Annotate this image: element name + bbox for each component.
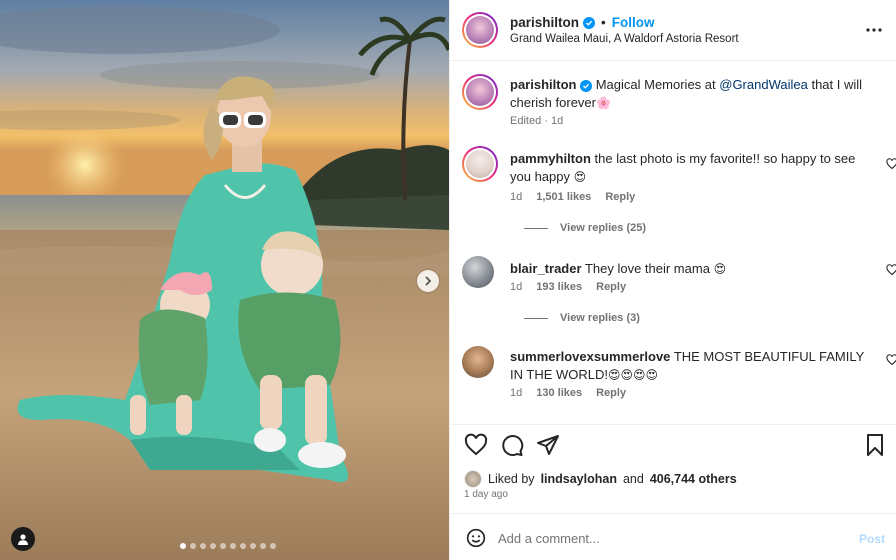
mention-link[interactable]: @GrandWailea	[719, 77, 808, 92]
carousel-next-button[interactable]	[417, 270, 439, 292]
comment-avatar[interactable]	[462, 146, 498, 182]
more-options-button[interactable]	[864, 20, 884, 45]
carousel-dot	[240, 543, 246, 549]
comment-composer: Post	[450, 513, 896, 560]
comment-emoji: 😍	[713, 262, 727, 276]
reply-button[interactable]: Reply	[596, 387, 626, 399]
share-icon[interactable]	[536, 433, 560, 457]
post-photo	[0, 0, 449, 560]
heart-icon[interactable]	[464, 433, 488, 457]
author-username[interactable]: parishilton	[510, 15, 579, 30]
caption-time[interactable]: 1d	[551, 115, 563, 127]
tagged-users-button[interactable]	[11, 527, 35, 551]
post-time-ago[interactable]: 1 day ago	[464, 489, 508, 500]
comment-item: blair_trader They love their mama 😍 1d 1…	[462, 256, 896, 336]
carousel-dot	[260, 543, 266, 549]
verified-badge-icon	[583, 16, 596, 29]
comment-author[interactable]: summerlovexsummerlove	[510, 349, 670, 364]
carousel-dot	[250, 543, 256, 549]
carousel-dots	[180, 543, 276, 549]
header-author-row: parishilton • Follow	[510, 15, 655, 30]
comment-body: They love their mama	[584, 261, 710, 276]
post-media[interactable]	[0, 0, 449, 560]
view-replies-button[interactable]: View replies (25)	[524, 222, 646, 234]
comment-time[interactable]: 1d	[510, 191, 522, 203]
comment-item: pammyhilton the last photo is my favorit…	[462, 146, 896, 234]
comment-icon[interactable]	[500, 433, 524, 457]
carousel-dot	[220, 543, 226, 549]
caption-text: parishilton Magical Memories at @GrandWa…	[510, 76, 870, 112]
like-comment-heart-icon[interactable]	[886, 264, 896, 276]
comment-likes[interactable]: 130 likes	[536, 387, 582, 399]
caption-item: parishilton Magical Memories at @GrandWa…	[462, 74, 892, 134]
comment-emoji: 😍😍😍😍	[608, 368, 659, 382]
replies-line	[524, 227, 548, 229]
caption-text-before: Magical Memories at	[595, 77, 720, 92]
meta-separator: ·	[544, 115, 548, 127]
liked-by-user[interactable]: lindsaylohan	[541, 472, 617, 486]
post-header: parishilton • Follow Grand Wailea Maui, …	[450, 0, 896, 61]
separator-bullet: •	[601, 15, 606, 30]
more-horizontal-icon	[866, 28, 882, 32]
comment-meta: 1d 1,501 likes Reply	[510, 191, 635, 203]
comment-likes[interactable]: 193 likes	[536, 281, 582, 293]
view-replies-label: View replies (25)	[560, 222, 647, 234]
carousel-dot	[230, 543, 236, 549]
comment-time[interactable]: 1d	[510, 387, 522, 399]
carousel-dot	[210, 543, 216, 549]
post-location[interactable]: Grand Wailea Maui, A Waldorf Astoria Res…	[510, 33, 739, 45]
liked-by-avatar[interactable]	[464, 470, 482, 488]
emoji-icon[interactable]	[466, 528, 486, 548]
replies-line	[524, 317, 548, 319]
comments-list[interactable]: parishilton Magical Memories at @GrandWa…	[450, 62, 896, 424]
comment-avatar[interactable]	[462, 256, 494, 288]
likes-count[interactable]: 406,744 others	[650, 472, 737, 486]
comment-text: summerlovexsummerlove THE MOST BEAUTIFUL…	[510, 348, 870, 384]
comment-text: pammyhilton the last photo is my favorit…	[510, 150, 870, 186]
bookmark-icon[interactable]	[864, 433, 886, 457]
comment-input[interactable]	[498, 527, 838, 549]
edited-label: Edited	[510, 115, 542, 127]
carousel-dot	[190, 543, 196, 549]
comment-author[interactable]: pammyhilton	[510, 151, 591, 166]
liked-by-prefix: Liked by	[488, 472, 535, 486]
like-comment-heart-icon[interactable]	[886, 354, 896, 366]
comment-likes[interactable]: 1,501 likes	[536, 191, 591, 203]
carousel-dot	[200, 543, 206, 549]
carousel-dot	[270, 543, 276, 549]
caption-author[interactable]: parishilton	[510, 77, 576, 92]
comment-meta: 1d 193 likes Reply	[510, 281, 626, 293]
comment-time[interactable]: 1d	[510, 281, 522, 293]
author-avatar[interactable]	[462, 12, 498, 48]
like-comment-heart-icon[interactable]	[886, 158, 896, 170]
caption-meta: Edited · 1d	[510, 115, 563, 127]
view-replies-button[interactable]: View replies (3)	[524, 312, 640, 324]
instagram-post-modal: parishilton • Follow Grand Wailea Maui, …	[0, 0, 896, 560]
post-side-panel: parishilton • Follow Grand Wailea Maui, …	[449, 0, 896, 560]
follow-button[interactable]: Follow	[612, 15, 655, 30]
carousel-dot	[180, 543, 186, 549]
liked-by-row: Liked by lindsaylohan and 406,744 others	[464, 470, 737, 488]
reply-button[interactable]: Reply	[605, 191, 635, 203]
reply-button[interactable]: Reply	[596, 281, 626, 293]
caption-emoji: 🌸	[595, 96, 611, 110]
user-icon	[18, 534, 28, 545]
comment-item: summerlovexsummerlove THE MOST BEAUTIFUL…	[462, 346, 896, 416]
chevron-right-icon	[425, 276, 432, 286]
caption-author-avatar[interactable]	[462, 74, 498, 110]
comment-author[interactable]: blair_trader	[510, 261, 582, 276]
comment-text: blair_trader They love their mama 😍	[510, 260, 870, 278]
comment-emoji: 😍	[573, 170, 587, 184]
comment-avatar[interactable]	[462, 346, 494, 378]
verified-badge-icon	[580, 80, 593, 92]
post-comment-button[interactable]: Post	[859, 532, 885, 546]
comment-meta: 1d 130 likes Reply	[510, 387, 626, 399]
liked-by-and: and	[622, 472, 644, 486]
view-replies-label: View replies (3)	[560, 312, 640, 324]
